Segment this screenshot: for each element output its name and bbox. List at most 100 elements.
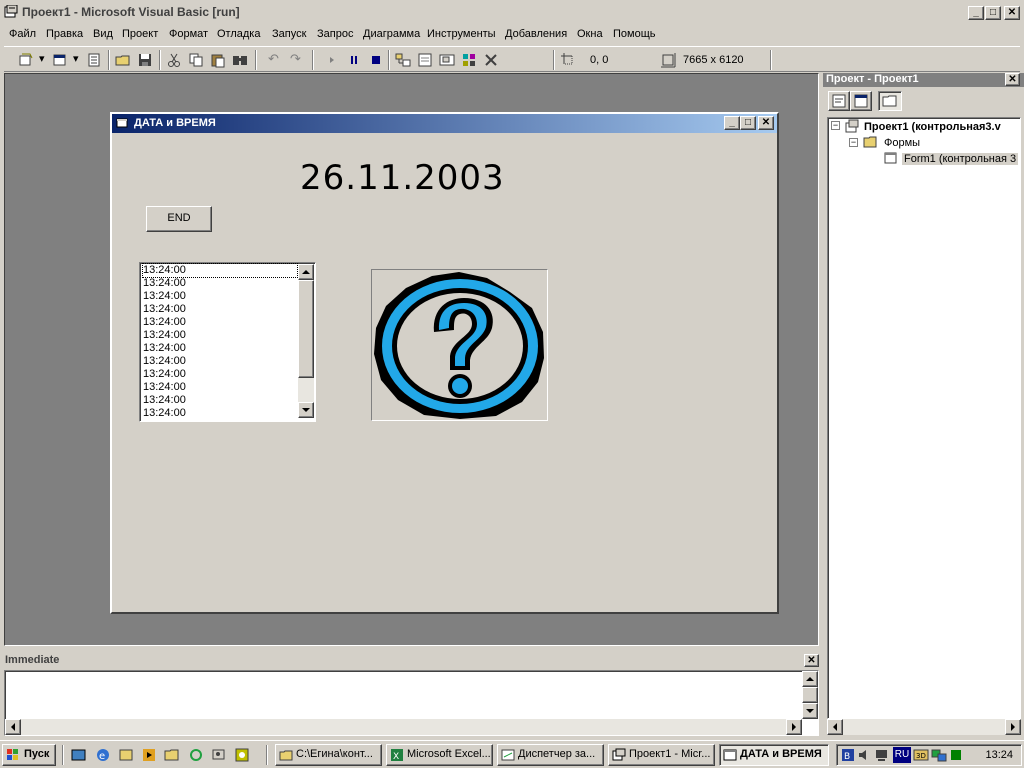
dropdown-arrow-icon[interactable]: ▾ <box>39 52 45 65</box>
menu-run[interactable]: Запуск <box>272 28 306 40</box>
form-close-button[interactable]: ✕ <box>758 116 774 130</box>
scroll-thumb[interactable] <box>298 280 314 378</box>
form1-node[interactable]: Form1 (контрольная 3 <box>902 153 1019 165</box>
paste-icon[interactable] <box>210 52 226 68</box>
menu-query[interactable]: Запрос <box>317 28 353 40</box>
break-icon[interactable] <box>346 52 362 68</box>
maximize-button[interactable]: □ <box>985 6 1001 20</box>
media-player-icon[interactable] <box>141 747 157 763</box>
folder-icon[interactable] <box>164 747 180 763</box>
list-item[interactable]: 13:24:00 <box>142 263 298 278</box>
collapse-icon[interactable]: − <box>849 138 858 147</box>
open-icon[interactable] <box>115 52 131 68</box>
undo-icon[interactable]: ↶ <box>268 51 279 67</box>
list-item[interactable]: 13:24:00 <box>143 394 186 407</box>
scroll-up-button[interactable] <box>802 671 818 687</box>
taskbar-vb-button[interactable]: Проект1 - Micr... <box>608 744 715 766</box>
project-root-node[interactable]: Проект1 (контрольная3.v <box>864 121 1001 133</box>
scroll-right-button[interactable] <box>1005 719 1021 735</box>
immediate-close-button[interactable]: ✕ <box>804 654 819 667</box>
taskbar-excel-button[interactable]: X Microsoft Excel... <box>386 744 493 766</box>
main-title-bar[interactable]: Проект1 - Microsoft Visual Basic [run] _… <box>0 0 1024 26</box>
forms-folder-node[interactable]: Формы <box>884 137 920 149</box>
clock[interactable]: 13:24 <box>985 749 1013 761</box>
list-scrollbar[interactable] <box>298 264 314 418</box>
list-item[interactable]: 13:24:00 <box>143 303 186 316</box>
object-browser-icon[interactable] <box>461 52 477 68</box>
start-icon[interactable] <box>324 52 340 68</box>
save-icon[interactable] <box>137 52 153 68</box>
volume-icon[interactable] <box>857 748 871 762</box>
menu-view[interactable]: Вид <box>93 28 113 40</box>
show-desktop-icon[interactable] <box>71 747 87 763</box>
menu-project[interactable]: Проект <box>122 28 158 40</box>
end-button[interactable]: END <box>146 206 212 232</box>
list-item[interactable]: 13:24:00 <box>143 329 186 342</box>
copy-icon[interactable] <box>188 52 204 68</box>
outlook-icon[interactable] <box>118 747 134 763</box>
menu-windows[interactable]: Окна <box>577 28 603 40</box>
project-close-button[interactable]: ✕ <box>1005 73 1020 86</box>
taskbar-task-manager-button[interactable]: Диспетчер за... <box>497 744 604 766</box>
immediate-input[interactable] <box>4 670 819 736</box>
menu-format[interactable]: Формат <box>169 28 208 40</box>
list-item[interactable]: 13:24:00 <box>143 368 186 381</box>
scroll-left-button[interactable] <box>5 719 21 735</box>
view-object-button[interactable] <box>850 91 872 111</box>
scroll-up-button[interactable] <box>298 264 314 280</box>
list-item[interactable]: 13:24:00 <box>143 342 186 355</box>
menu-help[interactable]: Помощь <box>613 28 656 40</box>
form-maximize-button[interactable]: □ <box>740 116 756 130</box>
immediate-vscrollbar[interactable] <box>802 671 818 719</box>
scroll-thumb[interactable] <box>802 687 818 703</box>
project-hscrollbar[interactable] <box>827 719 1021 735</box>
taskbar-explorer-button[interactable]: C:\Егина\конт... <box>275 744 382 766</box>
list-item[interactable]: 13:24:00 <box>143 381 186 394</box>
taskbar-form-button[interactable]: ДАТА и ВРЕМЯ <box>719 744 829 766</box>
toggle-folders-button[interactable] <box>878 91 902 111</box>
list-item[interactable]: 13:24:00 <box>143 277 186 290</box>
scroll-down-button[interactable] <box>802 703 818 719</box>
language-indicator[interactable]: RU <box>893 747 911 763</box>
refresh-icon[interactable] <box>188 747 204 763</box>
collapse-icon[interactable]: − <box>831 121 840 130</box>
internet-explorer-icon[interactable]: e <box>95 747 111 763</box>
immediate-title-bar[interactable]: Immediate ✕ <box>4 653 819 668</box>
menu-edit[interactable]: Правка <box>46 28 83 40</box>
computer-icon[interactable] <box>875 748 889 762</box>
form-layout-icon[interactable] <box>439 52 455 68</box>
start-button[interactable]: Пуск <box>2 744 56 766</box>
scroll-right-button[interactable] <box>786 719 802 735</box>
network-icon[interactable] <box>211 747 227 763</box>
minimize-button[interactable]: _ <box>968 6 984 20</box>
cut-icon[interactable] <box>166 52 182 68</box>
list-item[interactable]: 13:24:00 <box>143 407 186 420</box>
network-tray-icon[interactable] <box>931 748 947 762</box>
status-tray-icon[interactable] <box>949 748 963 762</box>
keyboard-icon[interactable]: 3D <box>913 747 929 763</box>
end-icon[interactable] <box>368 52 384 68</box>
time-listbox[interactable]: 13:24:00 13:24:00 13:24:00 13:24:00 13:2… <box>139 262 316 422</box>
redo-icon[interactable]: ↷ <box>290 51 301 67</box>
form-minimize-button[interactable]: _ <box>724 116 740 130</box>
menu-file[interactable]: Файл <box>9 28 36 40</box>
menu-tools[interactable]: Инструменты <box>427 28 496 40</box>
find-icon[interactable] <box>232 52 248 68</box>
project-panel-title-bar[interactable]: Проект - Проект1 ✕ <box>823 73 1024 87</box>
menu-diagram[interactable]: Диаграмма <box>363 28 420 40</box>
add-project-icon[interactable] <box>18 52 34 68</box>
menu-debug[interactable]: Отладка <box>217 28 260 40</box>
scroll-down-button[interactable] <box>298 402 314 418</box>
project-explorer-icon[interactable] <box>395 52 411 68</box>
close-button[interactable]: ✕ <box>1004 6 1020 20</box>
scroll-left-button[interactable] <box>827 719 843 735</box>
properties-icon[interactable] <box>417 52 433 68</box>
immediate-hscrollbar[interactable] <box>5 719 802 735</box>
list-item[interactable]: 13:24:00 <box>143 290 186 303</box>
menu-addins[interactable]: Добавления <box>505 28 567 40</box>
add-form-icon[interactable] <box>52 52 68 68</box>
view-code-button[interactable] <box>828 91 850 111</box>
menu-editor-icon[interactable] <box>86 52 102 68</box>
form-title-bar[interactable]: ДАТА и ВРЕМЯ _ □ ✕ <box>112 114 777 133</box>
list-item[interactable]: 13:24:00 <box>143 355 186 368</box>
